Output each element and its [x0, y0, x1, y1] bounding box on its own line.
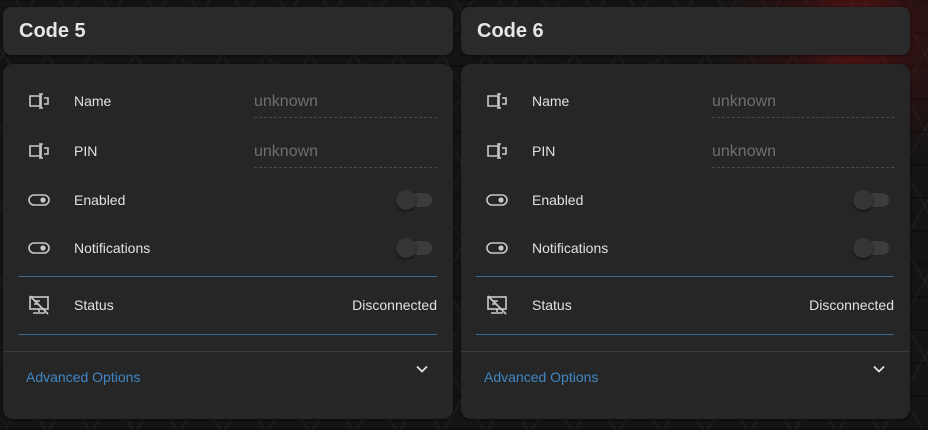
name-row: Name	[461, 81, 910, 121]
enabled-label: Enabled	[74, 192, 126, 208]
enabled-row: Enabled	[3, 180, 453, 220]
status-row: Status Disconnected	[3, 285, 453, 325]
textbox-icon	[27, 139, 51, 163]
status-value: Disconnected	[352, 297, 437, 313]
pin-row: PIN	[3, 131, 453, 171]
pin-label: PIN	[532, 143, 556, 159]
notifications-row: Notifications	[461, 228, 910, 268]
pin-field[interactable]	[254, 137, 437, 168]
divider	[18, 276, 437, 277]
pin-row: PIN	[461, 131, 910, 171]
name-input[interactable]	[712, 87, 894, 117]
advanced-options-toggle[interactable]: Advanced Options	[3, 352, 453, 402]
notifications-label: Notifications	[532, 240, 609, 256]
name-field[interactable]	[254, 87, 437, 118]
card-title: Code 5	[19, 19, 86, 42]
divider	[476, 276, 894, 277]
status-label: Status	[532, 297, 572, 313]
status-row: Status Disconnected	[461, 285, 910, 325]
chevron-down-icon[interactable]	[415, 362, 429, 376]
chevron-down-icon[interactable]	[872, 362, 886, 376]
divider	[18, 334, 437, 335]
name-label: Name	[532, 93, 570, 109]
toggle-icon	[27, 236, 51, 260]
toggle-knob	[396, 190, 416, 210]
pin-input[interactable]	[712, 137, 894, 167]
enabled-toggle[interactable]	[853, 190, 889, 210]
pin-label: PIN	[74, 143, 98, 159]
enabled-row: Enabled	[461, 180, 910, 220]
name-row: Name	[3, 81, 453, 121]
lan-disconnect-icon	[27, 293, 51, 317]
advanced-options-label: Advanced Options	[484, 369, 599, 385]
advanced-options-label: Advanced Options	[26, 369, 141, 385]
notifications-toggle[interactable]	[853, 238, 889, 258]
toggle-knob	[396, 238, 416, 258]
toggle-knob	[853, 238, 873, 258]
toggle-icon	[485, 236, 509, 260]
textbox-icon	[485, 139, 509, 163]
toggle-knob	[853, 190, 873, 210]
code-6-title-card: Code 6	[461, 7, 910, 55]
status-value: Disconnected	[809, 297, 894, 313]
code-5-entities-card: Name PIN Enabled Notifications Status Di…	[3, 64, 453, 419]
toggle-icon	[27, 188, 51, 212]
card-title: Code 6	[477, 19, 544, 42]
notifications-toggle[interactable]	[396, 238, 432, 258]
notifications-row: Notifications	[3, 228, 453, 268]
name-input[interactable]	[254, 87, 437, 117]
pin-input[interactable]	[254, 137, 437, 167]
toggle-icon	[485, 188, 509, 212]
divider	[476, 334, 894, 335]
code-6-entities-card: Name PIN Enabled Notifications Status Di…	[461, 64, 910, 419]
name-label: Name	[74, 93, 112, 109]
textbox-icon	[27, 89, 51, 113]
code-5-title-card: Code 5	[3, 7, 453, 55]
pin-field[interactable]	[712, 137, 894, 168]
status-label: Status	[74, 297, 114, 313]
name-field[interactable]	[712, 87, 894, 118]
textbox-icon	[485, 89, 509, 113]
enabled-toggle[interactable]	[396, 190, 432, 210]
advanced-options-toggle[interactable]: Advanced Options	[461, 352, 910, 402]
notifications-label: Notifications	[74, 240, 151, 256]
enabled-label: Enabled	[532, 192, 584, 208]
lan-disconnect-icon	[485, 293, 509, 317]
